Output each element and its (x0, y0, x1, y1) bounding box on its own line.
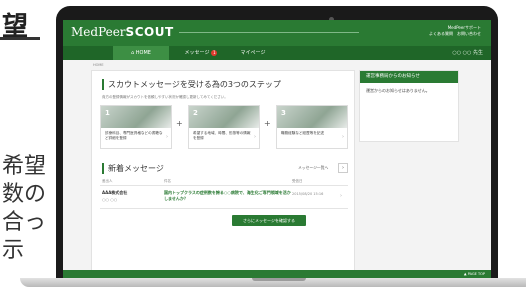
site-logo[interactable]: MedPeerSCOUT (71, 25, 174, 39)
column-header-subject: 件名 (164, 179, 171, 183)
chevron-right-icon: › (340, 193, 342, 199)
message-sender-sub: ○○ ○○ (102, 197, 118, 202)
tab-mypage-label: マイページ (240, 50, 266, 56)
chevron-right-icon: › (342, 134, 344, 140)
tab-mypage[interactable]: マイページ (229, 46, 277, 60)
chevron-right-icon[interactable]: › (338, 163, 348, 173)
step-image (189, 106, 259, 128)
step-image (101, 106, 171, 128)
message-sender: AAA株式会社 (102, 190, 128, 195)
header-bar: MedPeerSCOUT MedPeerサポート よくある質問 お問い合わせ (63, 20, 491, 46)
fragment-underline (0, 37, 40, 40)
column-header-date: 受信日 (292, 179, 303, 183)
message-subject[interactable]: 国内トップクラスの症例数を誇る○○病院で、海生化ご専門領域を活かしませんか？ (164, 190, 294, 202)
notice-body: 運営からのお知らせはありません。 (366, 88, 430, 93)
help-links[interactable]: よくある質問 お問い合わせ (429, 31, 481, 37)
page-top-link[interactable]: ▲ PAGE TOP (464, 270, 485, 278)
tab-home[interactable]: ⌂ HOME (113, 46, 169, 60)
steps-title: スカウトメッセージを受ける為の3つのステップ (102, 79, 281, 90)
doctor-name[interactable]: ○○ ○○ 先生 (452, 46, 483, 60)
step-number: 2 (193, 109, 198, 117)
notice-panel: 運営事務局からのお知らせ 運営からのお知らせはありません。 (359, 70, 459, 142)
message-date: 2015/08/20 15:16 (292, 192, 324, 196)
step-image (277, 106, 347, 128)
fragment-line: 示 (2, 238, 25, 263)
step-text: 診療科目、専門医資格などの書籍など詳細を登録 (105, 131, 163, 140)
breadcrumb[interactable]: HOME (93, 63, 104, 67)
step-number: 3 (281, 109, 286, 117)
main-nav: ⌂ HOME メッセージ 1 マイページ ○○ ○○ 先生 (63, 46, 491, 60)
laptop-notch (252, 278, 306, 281)
footer-bar: ▲ PAGE TOP (63, 270, 491, 278)
tab-messages[interactable]: メッセージ 1 (177, 46, 225, 60)
logo-suffix: SCOUT (125, 25, 174, 39)
step-number: 1 (105, 109, 110, 117)
step-card-3[interactable]: 3 職務経験など経歴等を記述 › (276, 105, 348, 149)
tab-messages-label: メッセージ (184, 50, 210, 56)
header-rule (179, 32, 359, 33)
user-info: MedPeerサポート よくある質問 お問い合わせ (429, 25, 481, 37)
notice-title: 運営事務局からのお知らせ (360, 71, 458, 83)
logo-prefix: MedPeer (71, 25, 126, 39)
plus-icon: + (264, 119, 271, 128)
unread-badge: 1 (211, 49, 218, 56)
laptop-screen: MedPeerSCOUT MedPeerサポート よくある質問 お問い合わせ ⌂… (63, 20, 491, 278)
plus-icon: + (176, 119, 183, 128)
step-text: 希望する地域、時間、形態等の情報を登録 (193, 131, 251, 140)
main-panel: スカウトメッセージを受ける為の3つのステップ 貴方の登録情報がスカウトを依頼しや… (91, 70, 355, 272)
chevron-right-icon: › (254, 134, 256, 140)
view-all-messages-link[interactable]: メッセージ一覧へ (298, 165, 328, 171)
chevron-right-icon: › (166, 134, 168, 140)
step-text: 職務経験など経歴等を記述 (281, 131, 325, 135)
step-card-2[interactable]: 2 希望する地域、時間、形態等の情報を登録 › (188, 105, 260, 149)
steps-description: 貴方の登録情報がスカウトを依頼しやすい状況か確認し更新してみてください。 (102, 95, 228, 99)
background-text-fragments: 望 希望 数の 合っ 示 (0, 0, 60, 291)
table-row[interactable]: AAA株式会社 ○○ ○○ 国内トップクラスの症例数を誇る○○病院で、海生化ご専… (100, 185, 348, 209)
more-messages-button[interactable]: さらにメッセージを確認する (232, 215, 306, 226)
tab-home-label: HOME (135, 50, 151, 56)
column-header-from: 差出人 (102, 179, 113, 183)
new-messages-title: 新着メッセージ (102, 163, 164, 174)
step-card-1[interactable]: 1 診療科目、専門医資格などの書籍など詳細を登録 › (100, 105, 172, 149)
